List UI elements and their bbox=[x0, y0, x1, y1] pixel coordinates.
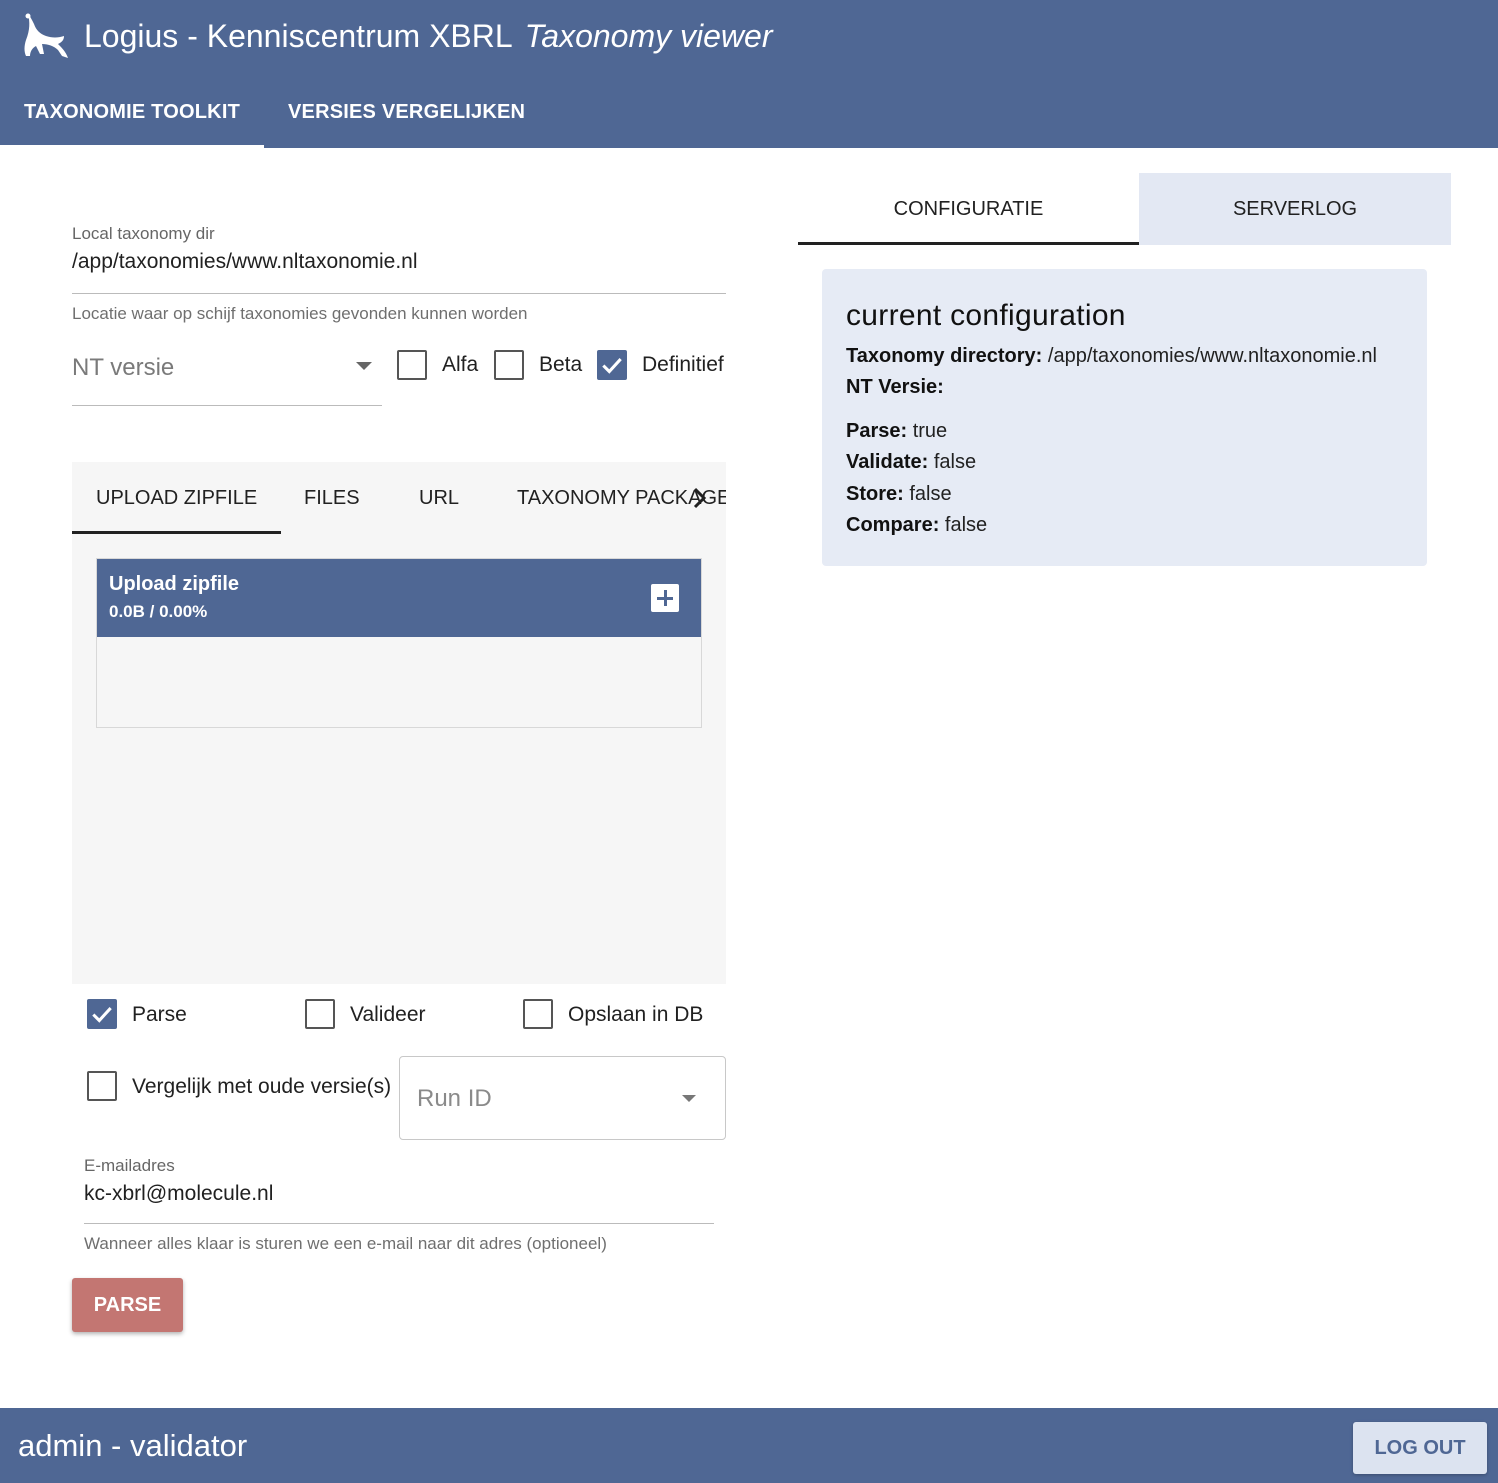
lizard-logo-icon bbox=[24, 13, 68, 58]
app-title: Logius - Kenniscentrum XBRL Taxonomy view… bbox=[84, 18, 772, 55]
compare-checkbox[interactable] bbox=[87, 1071, 117, 1101]
add-file-icon[interactable] bbox=[651, 584, 679, 612]
config-value: false bbox=[944, 514, 988, 536]
config-value: /app/taxonomies/www.nltaxonomie.nl bbox=[1047, 345, 1377, 367]
config-title: current configuration bbox=[846, 299, 1126, 332]
config-key: Compare: bbox=[846, 514, 940, 536]
run-id-select[interactable]: Run ID bbox=[399, 1056, 726, 1140]
tab-versies-vergelijken[interactable]: VERSIES VERGELIJKEN bbox=[264, 76, 549, 148]
nt-versie-placeholder: NT versie bbox=[72, 354, 175, 381]
chevron-right-icon[interactable] bbox=[690, 486, 710, 510]
tab-url[interactable]: URL bbox=[419, 462, 459, 534]
tab-serverlog[interactable]: SERVERLOG bbox=[1139, 173, 1451, 245]
email-field[interactable]: E-mailadres kc-xbrl@molecule.nl bbox=[84, 1154, 714, 1224]
main-tabs: TAXONOMIE TOOLKIT VERSIES VERGELIJKEN bbox=[0, 76, 549, 148]
source-tabs: UPLOAD ZIPFILE FILES URL TAXONOMY PACKAG… bbox=[72, 462, 726, 534]
config-value: true bbox=[912, 420, 948, 442]
upload-header: Upload zipfile 0.0B / 0.00% bbox=[97, 559, 701, 637]
config-key: Store: bbox=[846, 483, 904, 505]
parse-label: Parse bbox=[132, 1003, 187, 1026]
chevron-down-icon bbox=[356, 362, 372, 370]
taxonomy-dir-field[interactable]: Local taxonomy dir /app/taxonomies/www.n… bbox=[72, 224, 726, 294]
beta-checkbox[interactable] bbox=[494, 350, 524, 380]
opslaan-label: Opslaan in DB bbox=[568, 1003, 704, 1026]
email-label: E-mailadres bbox=[84, 1156, 175, 1175]
upload-progress: 0.0B / 0.00% bbox=[109, 602, 208, 621]
app-title-subtitle: Taxonomy viewer bbox=[524, 17, 773, 54]
config-key: Taxonomy directory: bbox=[846, 345, 1043, 367]
right-tabs: CONFIGURATIE SERVERLOG bbox=[798, 173, 1451, 245]
config-row-taxonomy-directory: Taxonomy directory: /app/taxonomies/www.… bbox=[846, 345, 1377, 368]
tab-configuratie[interactable]: CONFIGURATIE bbox=[798, 173, 1139, 245]
opslaan-checkbox[interactable] bbox=[523, 999, 553, 1029]
tab-taxonomie-toolkit[interactable]: TAXONOMIE TOOLKIT bbox=[0, 76, 264, 148]
logout-button[interactable]: LOG OUT bbox=[1353, 1422, 1487, 1474]
run-id-placeholder: Run ID bbox=[417, 1085, 492, 1112]
source-panel: UPLOAD ZIPFILE FILES URL TAXONOMY PACKAG… bbox=[72, 462, 726, 984]
config-row-store: Store: false bbox=[846, 483, 952, 506]
configuration-card: current configuration Taxonomy directory… bbox=[822, 269, 1427, 566]
config-row-parse: Parse: true bbox=[846, 420, 947, 443]
config-value: false bbox=[933, 451, 977, 473]
valideer-label: Valideer bbox=[350, 1003, 426, 1026]
check-icon bbox=[92, 1007, 112, 1023]
parse-checkbox[interactable] bbox=[87, 999, 117, 1029]
compare-label: Vergelijk met oude versie(s) bbox=[132, 1075, 392, 1098]
upload-title: Upload zipfile bbox=[109, 573, 239, 595]
email-input[interactable]: kc-xbrl@molecule.nl bbox=[84, 1182, 273, 1206]
email-hint: Wanneer alles klaar is sturen we een e-m… bbox=[84, 1234, 607, 1253]
definitief-checkbox[interactable] bbox=[597, 350, 627, 380]
nt-versie-select[interactable]: NT versie bbox=[72, 346, 382, 406]
config-value: false bbox=[909, 483, 952, 505]
brand: Logius - Kenniscentrum XBRL Taxonomy view… bbox=[18, 10, 772, 62]
tab-upload-zipfile[interactable]: UPLOAD ZIPFILE bbox=[72, 462, 282, 534]
alfa-label: Alfa bbox=[442, 353, 479, 376]
config-row-nt-versie: NT Versie: bbox=[846, 376, 944, 399]
tab-files[interactable]: FILES bbox=[304, 462, 360, 534]
parse-button[interactable]: PARSE bbox=[72, 1278, 183, 1332]
definitief-label: Definitief bbox=[642, 353, 724, 376]
config-key: Parse: bbox=[846, 420, 908, 442]
zipfile-dropzone[interactable]: Upload zipfile 0.0B / 0.00% bbox=[96, 558, 702, 728]
check-icon bbox=[602, 358, 622, 374]
taxonomy-dir-hint: Locatie waar op schijf taxonomies gevond… bbox=[72, 304, 528, 323]
valideer-checkbox[interactable] bbox=[305, 999, 335, 1029]
app-footer: admin - validator LOG OUT bbox=[0, 1408, 1498, 1483]
beta-label: Beta bbox=[539, 353, 583, 376]
config-row-validate: Validate: false bbox=[846, 451, 976, 474]
current-user: admin - validator bbox=[18, 1428, 248, 1463]
taxonomy-dir-label: Local taxonomy dir bbox=[72, 224, 215, 243]
config-row-compare: Compare: false bbox=[846, 514, 987, 537]
config-key: NT Versie: bbox=[846, 376, 944, 398]
taxonomy-dir-input[interactable]: /app/taxonomies/www.nltaxonomie.nl bbox=[72, 250, 418, 274]
alfa-checkbox[interactable] bbox=[397, 350, 427, 380]
config-key: Validate: bbox=[846, 451, 929, 473]
app-header: Logius - Kenniscentrum XBRL Taxonomy view… bbox=[0, 0, 1498, 148]
app-title-main: Logius - Kenniscentrum XBRL bbox=[84, 17, 513, 54]
chevron-down-icon bbox=[682, 1095, 696, 1102]
